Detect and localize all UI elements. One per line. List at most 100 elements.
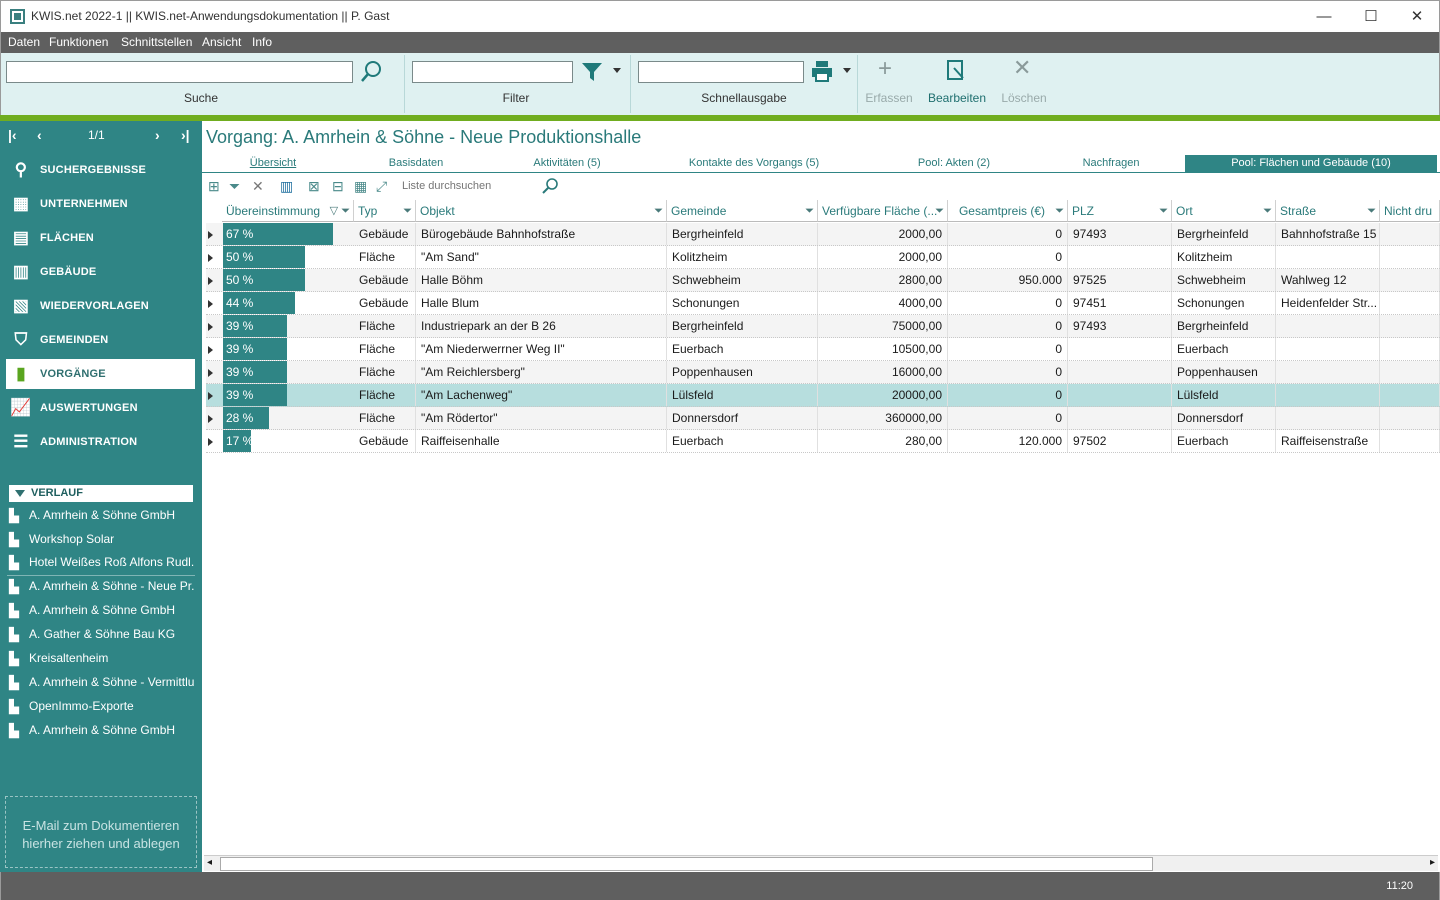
history-item[interactable]: ▙ A. Amrhein & Söhne GmbH <box>7 720 195 742</box>
tab-4[interactable]: Pool: Akten (2) <box>880 155 1028 172</box>
table-icon[interactable]: ▦ <box>354 178 367 194</box>
clear-icon[interactable]: ✕ <box>252 178 264 194</box>
column-header-1[interactable]: Typ ⏷ <box>354 200 416 222</box>
row-expand-icon[interactable] <box>208 415 213 423</box>
print-dropdown-icon[interactable] <box>843 68 851 74</box>
clear-filter-icon[interactable]: ⊠ <box>308 178 320 194</box>
column-filter-icon[interactable]: ▽ ⏷ <box>330 200 350 221</box>
history-item[interactable]: ▙ Kreisaltenheim <box>7 648 195 670</box>
column-header-6[interactable]: PLZ ⏷ <box>1068 200 1172 222</box>
table-row[interactable]: 67 % Gebäude Bürogebäude Bahnhofstraße Berg… <box>206 223 1440 246</box>
history-item[interactable]: ▙ A. Gather & Söhne Bau KG <box>7 624 195 646</box>
email-dropzone[interactable]: E-Mail zum Dokumentieren hierher ziehen … <box>5 796 197 868</box>
column-header-2[interactable]: Objekt ⏷ <box>416 200 667 222</box>
scroll-right-icon[interactable]: ▸ <box>1430 857 1435 868</box>
scroll-thumb[interactable] <box>220 857 1153 871</box>
add-filter-icon[interactable]: ⊞ <box>208 178 220 194</box>
history-header[interactable]: VERLAUF <box>9 485 193 502</box>
column-filter-icon[interactable]: ⏷ <box>1263 200 1272 221</box>
column-header-9[interactable]: Nicht dru <box>1380 200 1440 222</box>
table-row[interactable]: 17 % Gebäude Raiffeisenhalle Euerbach 280,00… <box>206 430 1440 453</box>
maximize-button[interactable]: ☐ <box>1348 5 1394 29</box>
column-header-4[interactable]: Verfügbare Fläche (... ⏷ <box>818 200 948 222</box>
history-item[interactable]: ▙ Workshop Solar <box>7 529 195 551</box>
history-item[interactable]: ▙ OpenImmo-Exporte <box>7 696 195 718</box>
row-expand-icon[interactable] <box>208 369 213 377</box>
column-filter-icon[interactable]: ⏷ <box>1367 200 1376 221</box>
filter-icon[interactable] <box>581 62 603 82</box>
column-filter-icon[interactable]: ⏷ <box>805 200 814 221</box>
last-record-button[interactable]: ›| <box>181 127 190 143</box>
row-expand-icon[interactable] <box>208 300 213 308</box>
search-icon[interactable] <box>359 60 383 84</box>
quick-output-input[interactable] <box>638 61 804 83</box>
column-filter-icon[interactable]: ⏷ <box>403 200 412 221</box>
sidebar-item-unternehmen[interactable]: ▦ UNTERNEHMEN <box>6 189 195 219</box>
list-search-input[interactable] <box>398 177 548 196</box>
table-row[interactable]: 39 % Fläche "Am Niederwerrner Weg II" Euerb… <box>206 338 1440 361</box>
columns-icon[interactable]: ▥ <box>280 178 293 194</box>
column-filter-icon[interactable]: ⏷ <box>654 200 663 221</box>
sidebar-item-gemeinden[interactable]: ⛉ GEMEINDEN <box>6 325 195 355</box>
row-expand-icon[interactable] <box>208 346 213 354</box>
first-record-button[interactable]: |‹ <box>8 127 17 143</box>
column-header-5[interactable]: Gesamtpreis (€) ⏷ <box>948 200 1068 222</box>
table-row[interactable]: 39 % Fläche Industriepark an der B 26 Bergr… <box>206 315 1440 338</box>
menu-daten[interactable]: Daten <box>8 35 40 49</box>
printer-icon[interactable] <box>811 60 833 82</box>
table-row[interactable]: 50 % Gebäude Halle Böhm Schwebheim 2800,00 95… <box>206 269 1440 292</box>
tab-5[interactable]: Nachfragen <box>1052 155 1170 172</box>
table-row[interactable]: 28 % Fläche "Am Rödertor" Donnersdorf 360000… <box>206 407 1440 430</box>
next-record-button[interactable]: › <box>155 127 160 143</box>
table-row[interactable]: 39 % Fläche "Am Lachenweg" Lülsfeld 20000,00… <box>206 384 1440 407</box>
row-expand-icon[interactable] <box>208 277 213 285</box>
prev-record-button[interactable]: ‹ <box>37 127 42 143</box>
history-item[interactable]: ▙ A. Amrhein & Söhne - Neue Pr... <box>7 576 195 598</box>
sidebar-item-flächen[interactable]: ▤ FLÄCHEN <box>6 223 195 253</box>
history-item[interactable]: ▙ Hotel Weißes Roß Alfons Rudl... <box>7 552 195 574</box>
horizontal-scrollbar[interactable]: ◂ ▸ <box>204 855 1438 871</box>
excel-export-icon[interactable]: ⊟ <box>332 178 344 194</box>
history-item[interactable]: ▙ A. Amrhein & Söhne GmbH <box>7 600 195 622</box>
close-button[interactable]: ✕ <box>1394 5 1440 29</box>
column-filter-icon[interactable]: ⏷ <box>1159 200 1168 221</box>
list-search-icon[interactable] <box>542 178 558 194</box>
row-expand-icon[interactable] <box>208 323 213 331</box>
tab-6[interactable]: Pool: Flächen und Gebäude (10) <box>1185 155 1437 172</box>
add-button[interactable]: Erfassen <box>863 91 915 105</box>
tab-1[interactable]: Basisdaten <box>352 155 480 172</box>
row-expand-icon[interactable] <box>208 254 213 262</box>
sidebar-item-auswertungen[interactable]: 📈 AUSWERTUNGEN <box>6 393 195 423</box>
delete-button[interactable]: Löschen <box>997 91 1051 105</box>
row-expand-icon[interactable] <box>208 392 213 400</box>
table-row[interactable]: 39 % Fläche "Am Reichlersberg" Poppenhausen… <box>206 361 1440 384</box>
menu-info[interactable]: Info <box>252 35 272 49</box>
minimize-button[interactable]: — <box>1301 5 1347 29</box>
column-filter-icon[interactable]: ⏷ <box>935 200 944 221</box>
column-header-3[interactable]: Gemeinde ⏷ <box>667 200 818 222</box>
funnel-icon[interactable]: ⏷ <box>229 178 240 194</box>
sidebar-item-gebäude[interactable]: ▥ GEBÄUDE <box>6 257 195 287</box>
menu-ansicht[interactable]: Ansicht <box>202 35 241 49</box>
row-expand-icon[interactable] <box>208 231 213 239</box>
expand-icon[interactable]: ⤢ <box>376 178 387 194</box>
column-header-8[interactable]: Straße ⏷ <box>1276 200 1380 222</box>
tab-2[interactable]: Aktivitäten (5) <box>507 155 627 172</box>
history-item[interactable]: ▙ A. Amrhein & Söhne GmbH <box>7 505 195 527</box>
sidebar-item-wiedervorlagen[interactable]: ▧ WIEDERVORLAGEN <box>6 291 195 321</box>
history-item[interactable]: ▙ A. Amrhein & Söhne - Vermittlu... <box>7 672 195 694</box>
table-row[interactable]: 44 % Gebäude Halle Blum Schonungen 4000,00 0 9… <box>206 292 1440 315</box>
filter-dropdown-icon[interactable] <box>613 68 621 74</box>
search-input[interactable] <box>6 61 353 83</box>
tab-3[interactable]: Kontakte des Vorgangs (5) <box>662 155 846 172</box>
edit-button[interactable]: Bearbeiten <box>925 91 989 105</box>
menu-funktionen[interactable]: Funktionen <box>49 35 108 49</box>
menu-schnittstellen[interactable]: Schnittstellen <box>121 35 192 49</box>
column-header-0[interactable]: Übereinstimmung ▽ ⏷ <box>222 200 354 222</box>
sidebar-item-suchergebnisse[interactable]: ⚲ SUCHERGEBNISSE <box>6 155 195 185</box>
column-header-7[interactable]: Ort ⏷ <box>1172 200 1276 222</box>
column-filter-icon[interactable]: ⏷ <box>1055 200 1064 221</box>
row-expand-icon[interactable] <box>208 438 213 446</box>
filter-input[interactable] <box>412 61 573 83</box>
table-row[interactable]: 50 % Fläche "Am Sand" Kolitzheim 2000,00 0 Kol… <box>206 246 1440 269</box>
